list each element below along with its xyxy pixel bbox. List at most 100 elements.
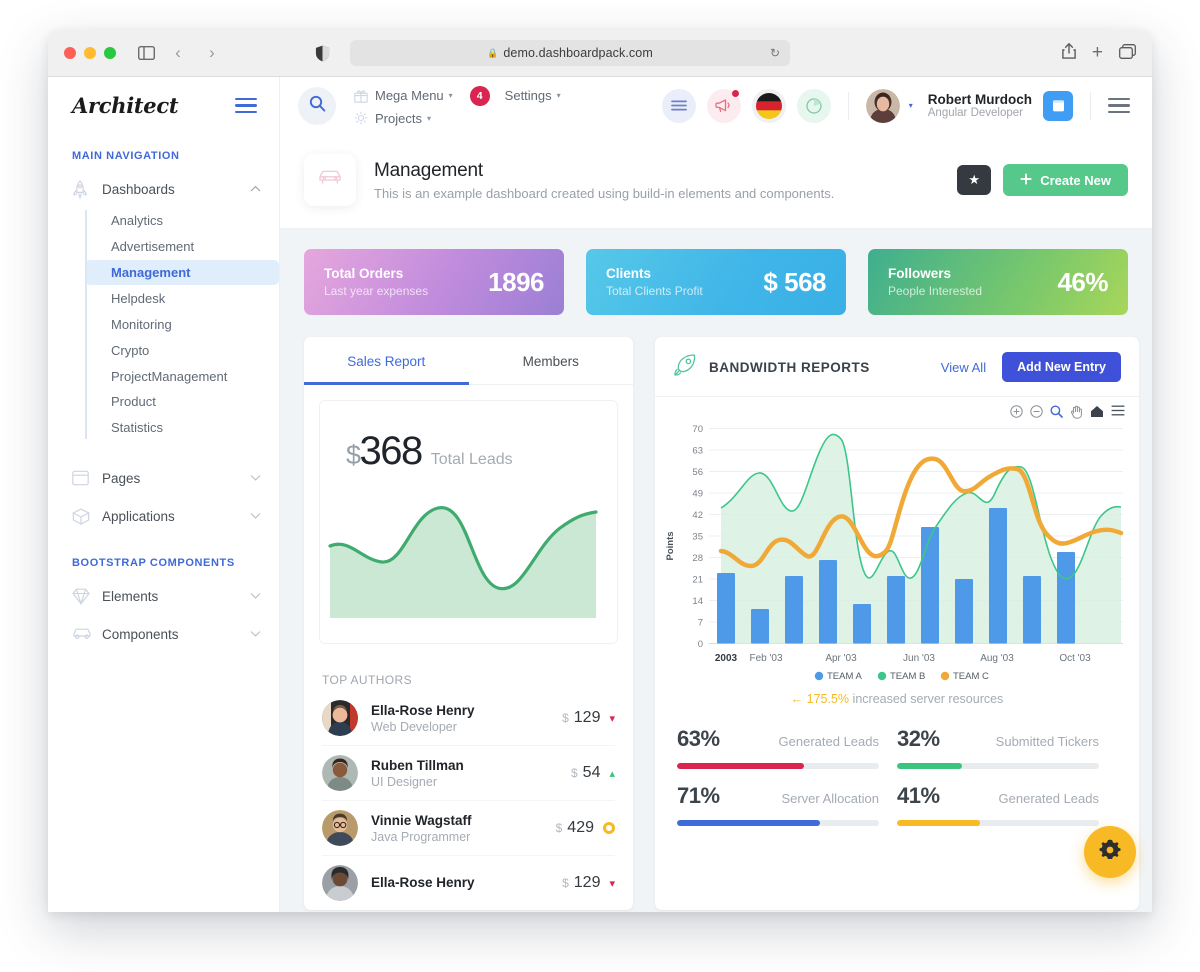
list-item[interactable]: Ruben Tillman UI Designer $ 54 ▴ bbox=[322, 746, 615, 801]
list-item[interactable]: Ella-Rose Henry $ 129 ▾ bbox=[322, 856, 615, 910]
stat-card-followers[interactable]: Followers People Interested 46% bbox=[868, 249, 1128, 315]
sidebar-hamburger-icon[interactable] bbox=[235, 97, 257, 114]
menu-icon[interactable] bbox=[1111, 405, 1125, 419]
chevron-down-icon[interactable] bbox=[250, 629, 261, 640]
tabs-icon[interactable] bbox=[1119, 43, 1136, 63]
sales-sparkline-chart bbox=[320, 488, 617, 643]
add-new-entry-button[interactable]: Add New Entry bbox=[1002, 352, 1121, 382]
share-icon[interactable] bbox=[1062, 43, 1076, 63]
hamburger-circle-icon[interactable] bbox=[661, 88, 696, 123]
selection-zoom-icon[interactable] bbox=[1050, 405, 1063, 419]
bandwidth-reports-card: BANDWIDTH REPORTS View All Add New Entry bbox=[655, 337, 1139, 910]
author-value: $ 429 bbox=[556, 819, 615, 837]
back-button[interactable]: ‹ bbox=[167, 43, 189, 63]
pie-chart-icon[interactable] bbox=[796, 88, 831, 123]
topbar-link-settings[interactable]: Settings bbox=[505, 88, 552, 103]
minimize-window-button[interactable] bbox=[84, 47, 96, 59]
svg-text:TEAM C: TEAM C bbox=[953, 671, 989, 681]
sidebar-item-components[interactable]: Components bbox=[48, 615, 279, 653]
sidebar-toggle-icon[interactable] bbox=[138, 46, 155, 60]
panning-icon[interactable] bbox=[1070, 405, 1083, 419]
window-controls[interactable] bbox=[64, 47, 116, 59]
sidebar-subitem-advertisement[interactable]: Advertisement bbox=[85, 234, 279, 259]
svg-text:TEAM A: TEAM A bbox=[827, 671, 863, 681]
stat-card-total-orders[interactable]: Total Orders Last year expenses 1896 bbox=[304, 249, 564, 315]
chevron-down-icon[interactable] bbox=[250, 591, 261, 602]
author-name: Ella-Rose Henry bbox=[371, 703, 475, 719]
view-all-link[interactable]: View All bbox=[941, 360, 986, 375]
avatar[interactable] bbox=[865, 88, 900, 123]
sidebar-subitem-statistics[interactable]: Statistics bbox=[85, 415, 279, 440]
settings-fab-button[interactable] bbox=[1084, 826, 1136, 878]
sidebar-item-elements[interactable]: Elements bbox=[48, 577, 279, 615]
zoom-in-icon[interactable] bbox=[1010, 405, 1023, 419]
topbar-link-projects[interactable]: Projects bbox=[375, 111, 422, 126]
application-root: Architect MAIN NAVIGATION Dashboards Ana… bbox=[48, 77, 1152, 912]
stat-subtitle: Total Clients Profit bbox=[606, 283, 703, 298]
stat-subtitle: People Interested bbox=[888, 283, 983, 298]
favorite-button[interactable]: ★ bbox=[957, 165, 992, 195]
chevron-down-icon[interactable]: ▾ bbox=[449, 91, 453, 100]
currency-symbol: $ bbox=[570, 766, 578, 780]
search-button[interactable] bbox=[298, 86, 336, 125]
car-icon bbox=[72, 627, 102, 641]
sidebar-item-pages[interactable]: Pages bbox=[48, 459, 279, 497]
user-info: Robert Murdoch Angular Developer bbox=[928, 92, 1032, 120]
megaphone-icon[interactable] bbox=[706, 88, 741, 123]
bandwidth-title: BANDWIDTH REPORTS bbox=[709, 359, 870, 375]
author-value: $ 129 ▾ bbox=[562, 709, 615, 727]
maximize-window-button[interactable] bbox=[104, 47, 116, 59]
currency-symbol: $ bbox=[562, 711, 569, 725]
sidebar-item-label: Components bbox=[102, 626, 179, 642]
new-tab-icon[interactable]: + bbox=[1092, 42, 1103, 64]
progress-fill bbox=[897, 820, 980, 826]
tab-members[interactable]: Members bbox=[469, 337, 634, 384]
list-item[interactable]: Vinnie Wagstaff Java Programmer $ 429 bbox=[322, 801, 615, 856]
stat-card-clients[interactable]: Clients Total Clients Profit $ 568 bbox=[586, 249, 846, 315]
list-item[interactable]: Ella-Rose Henry Web Developer $ 129 ▾ bbox=[322, 691, 615, 746]
forward-button[interactable]: › bbox=[201, 43, 223, 63]
chevron-up-icon[interactable] bbox=[250, 184, 261, 195]
create-new-button[interactable]: Create New bbox=[1003, 164, 1128, 196]
sidebar-subitem-management[interactable]: Management bbox=[85, 259, 279, 286]
flag-germany-icon[interactable] bbox=[751, 88, 786, 123]
main-column: Mega Menu ▾ 4 Settings ▾ Projects ▾ ▾ Ro… bbox=[280, 77, 1152, 912]
chevron-down-icon[interactable] bbox=[250, 511, 261, 522]
sidebar-subitem-product[interactable]: Product bbox=[85, 389, 279, 414]
page-header-text: Management This is an example dashboard … bbox=[374, 160, 834, 201]
sidebar-subitem-monitoring[interactable]: Monitoring bbox=[85, 312, 279, 337]
sidebar-item-dashboards[interactable]: Dashboards bbox=[48, 170, 279, 208]
tab-sales-report[interactable]: Sales Report bbox=[304, 337, 469, 385]
page-content: Management This is an example dashboard … bbox=[280, 134, 1152, 912]
topbar-actions: ▾ Robert Murdoch Angular Developer bbox=[661, 88, 1130, 123]
sidebar-subitem-projectmanagement[interactable]: ProjectManagement bbox=[85, 363, 279, 388]
close-window-button[interactable] bbox=[64, 47, 76, 59]
sidebar-subitem-crypto[interactable]: Crypto bbox=[85, 337, 279, 362]
home-reset-icon[interactable] bbox=[1090, 405, 1104, 419]
address-bar[interactable]: 🔒 demo.dashboardpack.com ↻ bbox=[350, 40, 790, 66]
reload-icon[interactable]: ↻ bbox=[770, 46, 780, 60]
sales-report-card: Sales Report Members $368 Total Leads TO… bbox=[304, 337, 633, 910]
svg-text:0: 0 bbox=[698, 639, 703, 650]
chevron-down-icon[interactable]: ▾ bbox=[427, 114, 431, 123]
metric-percent: 63% bbox=[677, 726, 720, 751]
currency-symbol: $ bbox=[555, 821, 563, 835]
author-text: Ella-Rose Henry Web Developer bbox=[371, 702, 475, 734]
calendar-icon[interactable] bbox=[1043, 90, 1073, 121]
user-menu-chevron-down-icon[interactable]: ▾ bbox=[909, 101, 913, 110]
diamond-icon bbox=[72, 588, 102, 605]
zoom-out-icon[interactable] bbox=[1030, 405, 1043, 419]
author-text: Vinnie Wagstaff Java Programmer bbox=[371, 812, 472, 844]
sidebar-subitem-analytics[interactable]: Analytics bbox=[85, 208, 279, 233]
topbar-menu-row-1: Mega Menu ▾ 4 Settings ▾ bbox=[354, 85, 561, 106]
metric-percent: 41% bbox=[897, 783, 940, 808]
shield-icon[interactable] bbox=[315, 45, 330, 62]
sidebar-item-label: Pages bbox=[102, 470, 141, 486]
chevron-down-icon[interactable]: ▾ bbox=[557, 91, 561, 100]
bottom-card-strip bbox=[304, 910, 1128, 912]
sidebar-subitem-helpdesk[interactable]: Helpdesk bbox=[85, 286, 279, 311]
topbar-link-mega-menu[interactable]: Mega Menu bbox=[375, 88, 444, 103]
sidebar-item-applications[interactable]: Applications bbox=[48, 497, 279, 535]
chevron-down-icon[interactable] bbox=[250, 473, 261, 484]
topbar-hamburger-icon[interactable] bbox=[1108, 98, 1130, 113]
